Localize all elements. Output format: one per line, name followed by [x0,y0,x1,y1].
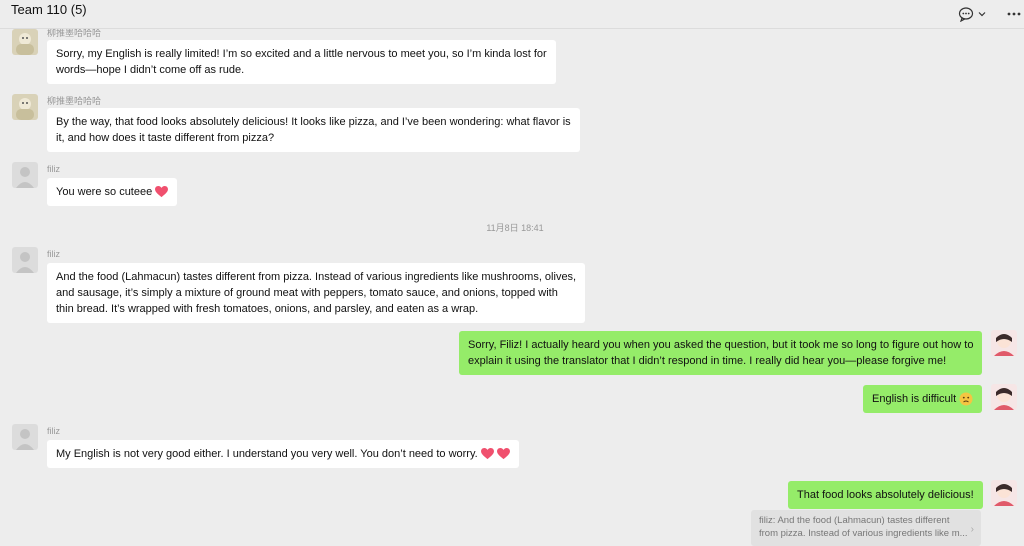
quote-text-line: filiz: And the food (Lahmacun) tastes di… [759,515,950,526]
quote-text-line: from pizza. Instead of various ingredien… [759,528,968,539]
avatar[interactable] [12,424,38,450]
message-list[interactable]: 柳推墨哈哈哈 Sorry, my English is really limit… [0,29,1024,546]
message-text-line: By the way, that food looks absolutely d… [56,116,571,128]
avatar[interactable] [991,330,1017,356]
message-bubble[interactable]: That food looks absolutely delicious! [788,481,983,509]
chat-header: Team 110 (5) [0,0,1024,29]
message-text-line: Sorry, my English is really limited! I’m… [56,48,547,60]
message-bubble[interactable]: By the way, that food looks absolutely d… [47,108,580,152]
message-text: My English is not very good either. I un… [56,448,478,460]
default-avatar-icon [16,167,34,188]
message-text-line: words—hope I didn’t come off as rude. [56,64,245,76]
user-avatar-image [12,29,38,55]
message-bubble[interactable]: You were so cuteee [47,178,178,206]
sender-nickname: filiz [47,249,60,259]
sender-nickname: filiz [47,164,60,174]
sender-nickname: 柳推墨哈哈哈 [47,29,102,38]
heart-icon [480,448,494,460]
message-text: You were so cuteee [56,186,153,198]
chat-bubble-icon [958,7,974,22]
message-text: English is difficult [872,393,957,405]
avatar[interactable] [12,247,38,273]
message-bubble[interactable]: My English is not very good either. I un… [47,440,519,468]
sender-nickname: 柳推墨哈哈哈 [47,96,102,106]
avatar[interactable] [12,94,38,120]
message-text-line: it, and how does it taste different from… [56,132,275,144]
message-text-line: And the food (Lahmacun) tastes different… [56,271,577,283]
message-bubble[interactable]: Sorry, my English is really limited! I’m… [47,40,556,84]
message-text-line: thin bread. It’s wrapped with fresh toma… [56,303,479,315]
message-text-line: Sorry, Filiz! I actually heard you when … [468,339,974,351]
chevron-down-icon [978,12,986,17]
chat-menu-button[interactable] [958,5,992,23]
message-timestamp: 11月8日 18:41 [486,223,544,233]
avatar[interactable] [12,29,38,55]
heart-icon [155,186,169,198]
default-avatar-icon [16,429,34,450]
avatar[interactable] [991,384,1017,410]
self-avatar-image [991,384,1017,410]
message-bubble[interactable]: English is difficult [863,385,983,413]
user-avatar-image [12,94,38,120]
quoted-message[interactable]: filiz: And the food (Lahmacun) tastes di… [751,510,981,546]
chevron-right-icon: › [970,524,974,535]
emoji-face-icon [959,392,973,406]
heart-icon [496,448,510,460]
message-bubble[interactable]: Sorry, Filiz! I actually heard you when … [459,331,983,375]
sender-nickname: filiz [47,426,60,436]
message-text-line: explain it using the translator that I d… [468,355,947,367]
more-options-button[interactable] [1006,5,1022,23]
avatar[interactable] [12,162,38,188]
self-avatar-image [991,480,1017,506]
message-text: That food looks absolutely delicious! [797,489,974,501]
chat-title: Team 110 (5) [11,2,87,17]
message-text-line: and sausage, it’s simply a mixture of gr… [56,287,558,299]
self-avatar-image [991,330,1017,356]
avatar[interactable] [991,480,1017,506]
message-bubble[interactable]: And the food (Lahmacun) tastes different… [47,263,586,323]
default-avatar-icon [16,252,34,273]
more-dots-icon [1007,12,1021,16]
